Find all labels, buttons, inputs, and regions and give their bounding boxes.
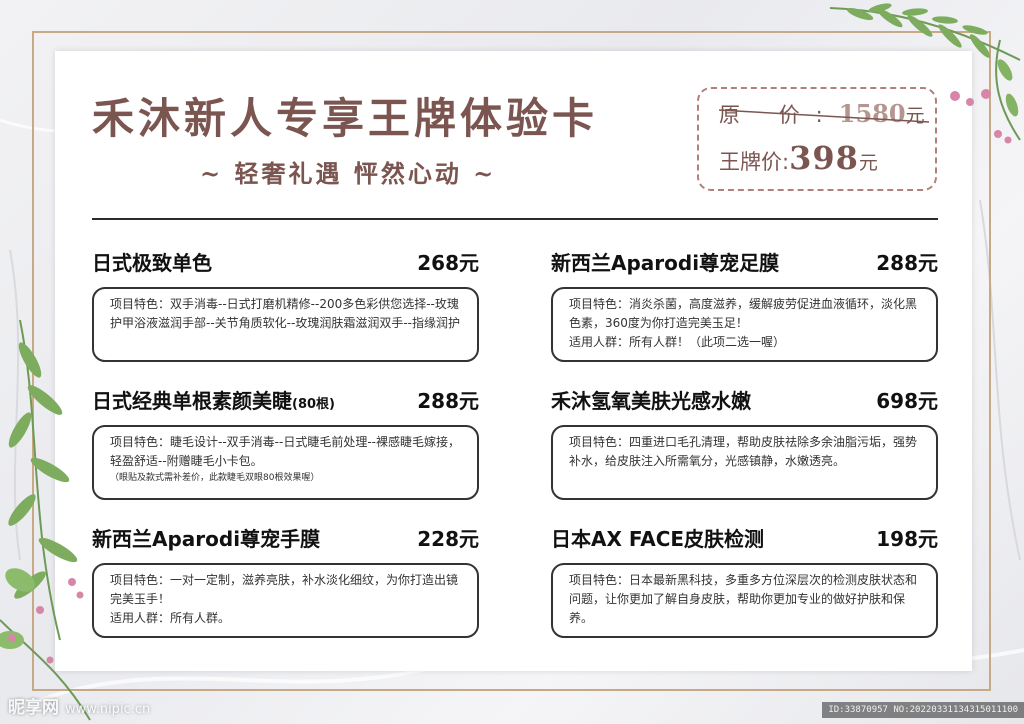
service-note-text: （眼贴及款式需补差价，此款睫毛双眼80根效果喔） (110, 473, 320, 483)
service-name: 新西兰Aparodi尊宠手膜 (92, 523, 320, 552)
service-item: 日式极致单色 268元 项目特色：双手消毒--日式打磨机精修--200多色彩供您… (92, 247, 479, 362)
service-price: 198元 (876, 527, 938, 551)
service-audience-text: 适用人群：所有人群。 (110, 611, 231, 625)
page-title: 禾沐新人专享王牌体验卡 (92, 94, 599, 143)
sale-price-unit: 元 (858, 152, 878, 174)
service-audience-text: 适用人群：所有人群！（此项二选一喔） (569, 335, 786, 349)
service-price: 698元 (876, 389, 938, 413)
service-description-box: 项目特色：四重进口毛孔清理，帮助皮肤祛除多余油脂污垢，强势补水，给皮肤注入所需氧… (551, 425, 938, 500)
service-feature-text: 项目特色：消炎杀菌，高度滋养，缓解疲劳促进血液循环，淡化黑色素，360度为你打造… (569, 297, 918, 330)
watermark-url: www.nipic.cn (65, 702, 151, 717)
service-name-text: 禾沐氢氧美肤光感水嫩 (551, 389, 751, 413)
service-item: 日本AX FACE皮肤检测 198元 项目特色：日本最新黑科技，多重多方位深层次… (551, 523, 938, 638)
service-price: 288元 (417, 389, 479, 413)
service-name-suffix: (80根) (292, 397, 335, 412)
service-feature-text: 项目特色：四重进口毛孔清理，帮助皮肤祛除多余油脂污垢，强势补水，给皮肤注入所需氧… (569, 435, 918, 468)
service-feature-text: 项目特色：睫毛设计--双手消毒--日式睫毛前处理--裸感睫毛嫁接，轻盈舒适--附… (110, 435, 460, 468)
service-feature-text: 项目特色：双手消毒--日式打磨机精修--200多色彩供您选择--玫瑰护甲浴液滋润… (110, 297, 460, 330)
watermark-logo-text: 昵享网 (8, 698, 59, 718)
service-name: 禾沐氢氧美肤光感水嫩 (551, 385, 751, 414)
service-name-text: 日式极致单色 (92, 251, 212, 275)
page-subtitle: ~ 轻奢礼遇 怦然心动 ~ (200, 159, 497, 188)
service-name-text: 新西兰Aparodi尊宠手膜 (92, 527, 321, 551)
price-box: 原 价:1580元 王牌价:398元 (697, 87, 937, 191)
service-name: 日式经典单根素颜美睫(80根) (92, 385, 335, 414)
service-price: 268元 (417, 251, 479, 275)
service-name: 日本AX FACE皮肤检测 (551, 523, 764, 552)
original-price-unit: 元 (905, 105, 925, 127)
service-item: 日式经典单根素颜美睫(80根) 288元 项目特色：睫毛设计--双手消毒--日式… (92, 385, 479, 500)
service-name-text: 日式经典单根素颜美睫 (92, 389, 292, 413)
fern-leaf-left-decoration (0, 320, 91, 721)
service-name: 新西兰Aparodi尊宠足膜 (551, 247, 779, 276)
service-name: 日式极致单色 (92, 247, 212, 276)
header-divider (92, 218, 938, 220)
service-name-text: 新西兰Aparodi尊宠足膜 (551, 251, 780, 275)
original-price-label: 原 价: (719, 103, 839, 127)
service-description-box: 项目特色：日本最新黑科技，多重多方位深层次的检测皮肤状态和问题，让你更加了解自身… (551, 563, 938, 638)
sale-price-label: 王牌价: (719, 150, 790, 174)
service-description-box: 项目特色：双手消毒--日式打磨机精修--200多色彩供您选择--玫瑰护甲浴液滋润… (92, 287, 479, 362)
service-price: 228元 (417, 527, 479, 551)
service-item: 禾沐氢氧美肤光感水嫩 698元 项目特色：四重进口毛孔清理，帮助皮肤祛除多余油脂… (551, 385, 938, 500)
original-price-value: 1580 (838, 99, 906, 128)
watermark-logo: 昵享网 www.nipic.cn (8, 693, 150, 718)
service-item: 新西兰Aparodi尊宠手膜 228元 项目特色：一对一定制，滋养亮肤，补水淡化… (92, 523, 479, 638)
service-feature-text: 项目特色：日本最新黑科技，多重多方位深层次的检测皮肤状态和问题，让你更加了解自身… (569, 573, 918, 625)
original-price-row: 原 价:1580元 (719, 99, 929, 129)
service-price: 288元 (876, 251, 938, 275)
watermark-id: ID:33870957 NO:20220331134315011100 (822, 702, 1024, 718)
service-description-box: 项目特色：一对一定制，滋养亮肤，补水淡化细纹，为你打造出镜完美玉手！ 适用人群：… (92, 563, 479, 638)
sale-price-row: 王牌价:398元 (719, 139, 878, 177)
service-feature-text: 项目特色：一对一定制，滋养亮肤，补水淡化细纹，为你打造出镜完美玉手！ (110, 573, 459, 606)
service-description-box: 项目特色：睫毛设计--双手消毒--日式睫毛前处理--裸感睫毛嫁接，轻盈舒适--附… (92, 425, 479, 500)
sale-price-value: 398 (789, 139, 859, 177)
service-description-box: 项目特色：消炎杀菌，高度滋养，缓解疲劳促进血液循环，淡化黑色素，360度为你打造… (551, 287, 938, 362)
service-item: 新西兰Aparodi尊宠足膜 288元 项目特色：消炎杀菌，高度滋养，缓解疲劳促… (551, 247, 938, 362)
service-name-text: 日本AX FACE皮肤检测 (551, 527, 765, 551)
